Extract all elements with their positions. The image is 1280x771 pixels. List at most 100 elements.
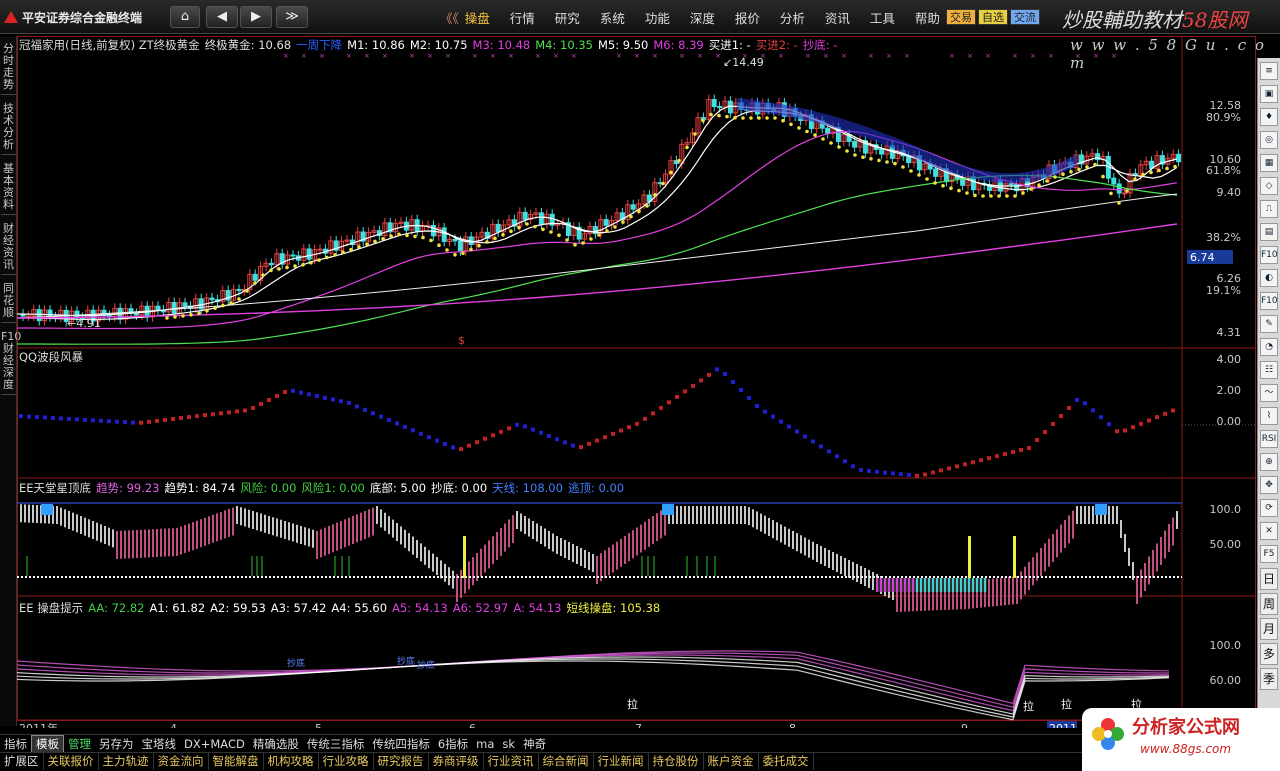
tool-button-2[interactable]: ♦ <box>1260 108 1278 126</box>
menu-item-7[interactable]: 报价 <box>735 8 760 26</box>
top-buttons: 交易 自选 交流 <box>946 9 1042 25</box>
tool-button-1[interactable]: ▣ <box>1260 85 1278 103</box>
indicator-tab-7[interactable]: 传统三指标 <box>303 736 369 753</box>
ext-tab-9[interactable]: 行业资讯 <box>484 753 539 770</box>
ext-tab-4[interactable]: 智能解盘 <box>209 753 264 770</box>
tool-button-23[interactable]: 周 <box>1260 593 1278 615</box>
indicator-tab-10[interactable]: ma <box>472 736 498 753</box>
menu-item-10[interactable]: 工具 <box>870 8 895 26</box>
menu-item-6[interactable]: 深度 <box>690 8 715 26</box>
svg-text:×: × <box>535 52 541 60</box>
hdr-ee1-item-3: 风险1: 0.00 <box>301 481 365 495</box>
menu-item-5[interactable]: 功能 <box>645 8 670 26</box>
ext-tab-14[interactable]: 委托成交 <box>759 753 814 770</box>
tool-button-15[interactable]: ⌇ <box>1260 407 1278 425</box>
ext-tab-10[interactable]: 综合新闻 <box>539 753 594 770</box>
ext-tab-13[interactable]: 账户资金 <box>704 753 759 770</box>
svg-text:×: × <box>1111 52 1117 60</box>
tool-button-9[interactable]: ◐ <box>1260 269 1278 287</box>
menu-item-4[interactable]: 系统 <box>600 8 625 26</box>
left-tab-3[interactable]: 财经资讯 <box>1 220 16 275</box>
ext-tab-8[interactable]: 券商评级 <box>429 753 484 770</box>
tool-button-11[interactable]: ✎ <box>1260 315 1278 333</box>
tool-button-18[interactable]: ✥ <box>1260 476 1278 494</box>
menu-item-8[interactable]: 分析 <box>780 8 805 26</box>
svg-text:×: × <box>805 52 811 60</box>
menu-item-2[interactable]: 行情 <box>510 8 535 26</box>
ext-tab-5[interactable]: 机构攻略 <box>264 753 319 770</box>
tool-button-14[interactable]: ～ <box>1260 384 1278 402</box>
svg-text:×: × <box>823 52 829 60</box>
ext-tab-1[interactable]: 关联报价 <box>44 753 99 770</box>
tool-button-8[interactable]: F10 <box>1260 246 1278 264</box>
home-button[interactable]: ⌂ <box>170 6 200 28</box>
main-y-label-8: 19.1% <box>1206 284 1241 297</box>
tool-button-6[interactable]: ⎍ <box>1260 200 1278 218</box>
svg-text:×: × <box>778 52 784 60</box>
menu-item-3[interactable]: 研究 <box>555 8 580 26</box>
ext-tab-3[interactable]: 资金流向 <box>154 753 209 770</box>
menu-item-11[interactable]: 帮助 <box>915 8 940 26</box>
tool-button-4[interactable]: ▦ <box>1260 154 1278 172</box>
indicator-tab-8[interactable]: 传统四指标 <box>368 736 434 753</box>
indicator-tab-12[interactable]: 神奇 <box>519 736 550 753</box>
indicator-tab-4[interactable]: 宝塔线 <box>138 736 181 753</box>
tool-button-19[interactable]: ⟳ <box>1260 499 1278 517</box>
tool-button-10[interactable]: F10 <box>1260 292 1278 310</box>
ext-tab-0[interactable]: 扩展区 <box>0 753 44 770</box>
trend-cloud <box>737 98 1077 183</box>
top-btn-1[interactable]: 自选 <box>978 9 1008 25</box>
ext-tab-7[interactable]: 研究报告 <box>374 753 429 770</box>
indicator-tab-3[interactable]: 另存为 <box>95 736 138 753</box>
tool-button-12[interactable]: ◔ <box>1260 338 1278 356</box>
ma-line-m4 <box>17 174 1178 345</box>
tool-button-22[interactable]: 日 <box>1260 568 1278 590</box>
svg-text:×: × <box>841 52 847 60</box>
tool-button-24[interactable]: 月 <box>1260 618 1278 640</box>
indicator-tab-2[interactable]: 管理 <box>64 736 95 753</box>
back-button[interactable]: ◀ <box>206 6 238 28</box>
ext-tab-12[interactable]: 持仓股份 <box>649 753 704 770</box>
indicator-tab-6[interactable]: 精确选股 <box>249 736 303 753</box>
tool-button-3[interactable]: ◎ <box>1260 131 1278 149</box>
low-price-label: ←4.91 <box>67 317 101 330</box>
svg-text:×: × <box>949 52 955 60</box>
hdr-ee1-item-7: 逃顶: 0.00 <box>567 481 625 495</box>
top-btn-0[interactable]: 交易 <box>946 9 976 25</box>
tool-button-21[interactable]: F5 <box>1260 545 1278 563</box>
left-tab-0[interactable]: 分时走势 <box>1 40 16 95</box>
tool-button-25[interactable]: 多 <box>1260 643 1278 665</box>
left-tab-2[interactable]: 基本资料 <box>1 160 16 215</box>
forward-button[interactable]: ▶ <box>240 6 272 28</box>
left-tab-1[interactable]: 技术分析 <box>1 100 16 155</box>
top-btn-2[interactable]: 交流 <box>1010 9 1040 25</box>
indicator-tab-5[interactable]: DX+MACD <box>180 736 249 753</box>
main-y-label-1: 80.9% <box>1206 111 1241 124</box>
menu-item-1[interactable]: 操盘 <box>465 8 490 26</box>
indicator-tab-11[interactable]: sk <box>498 736 519 753</box>
ext-tab-11[interactable]: 行业新闻 <box>594 753 649 770</box>
left-tab-5[interactable]: F10财经深度 <box>1 328 21 395</box>
tool-button-16[interactable]: RSI <box>1260 430 1278 448</box>
hdr-ee2-item-4: A4: 55.60 <box>331 601 388 615</box>
tool-button-5[interactable]: ◇ <box>1260 177 1278 195</box>
stock-chart[interactable]: × × × × × × × × × × × × × × × × × × × × × × × × × × × × × × × × × × × × × × ×1… <box>17 36 1257 728</box>
menu-item-9[interactable]: 资讯 <box>825 8 850 26</box>
svg-text:×: × <box>427 52 433 60</box>
tool-button-0[interactable]: ≡ <box>1260 62 1278 80</box>
left-tab-4[interactable]: 同花顺 <box>1 280 16 323</box>
tool-button-13[interactable]: ☷ <box>1260 361 1278 379</box>
indicator-tab-0[interactable]: 指标 <box>0 736 31 753</box>
x-label-4: 7 <box>635 722 642 728</box>
indicator-tab-9[interactable]: 6指标 <box>434 736 472 753</box>
expand-menu-button[interactable]: ≫ <box>276 6 308 28</box>
menu-item-0[interactable]: 《《 <box>440 8 459 26</box>
ext-tab-6[interactable]: 行业攻略 <box>319 753 374 770</box>
tool-button-17[interactable]: ⊕ <box>1260 453 1278 471</box>
x-label-0: 2011年 <box>19 721 58 728</box>
ext-tab-2[interactable]: 主力轨迹 <box>99 753 154 770</box>
tool-button-26[interactable]: 季 <box>1260 668 1278 690</box>
tool-button-7[interactable]: ▤ <box>1260 223 1278 241</box>
tool-button-20[interactable]: ✕ <box>1260 522 1278 540</box>
ee2-annotation-4: 抄底 <box>287 657 305 669</box>
